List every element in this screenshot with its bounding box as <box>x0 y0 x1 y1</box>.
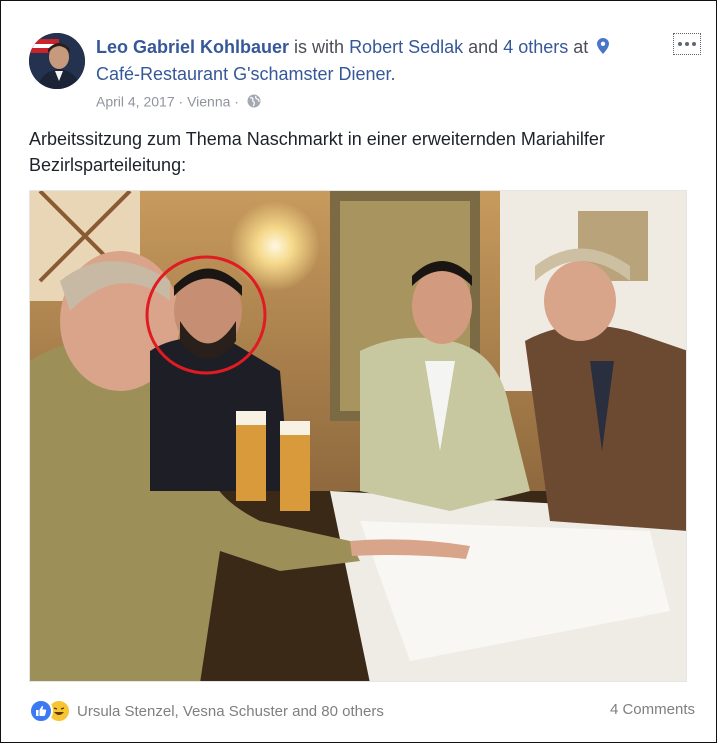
at-text: at <box>568 37 589 57</box>
more-options-icon[interactable] <box>673 33 701 55</box>
post-body-text: Arbeitssitzung zum Thema Naschmarkt in e… <box>29 129 605 175</box>
others-link[interactable]: 4 others <box>503 37 568 57</box>
place-link[interactable]: Café-Restaurant G'schamster Diener. <box>96 64 396 84</box>
location-pin-icon <box>597 35 610 54</box>
like-reaction-icon <box>29 699 53 723</box>
with-text: is with <box>289 37 350 57</box>
author-name-link[interactable]: Leo Gabriel Kohlbauer <box>96 37 289 57</box>
post-meta: April 4, 2017 · Vienna · <box>96 92 261 109</box>
post-header: Leo Gabriel Kohlbauer is with Robert Sed… <box>96 34 666 88</box>
post-date-link[interactable]: April 4, 2017 <box>96 93 175 109</box>
author-avatar[interactable] <box>29 33 85 89</box>
reactions-bar[interactable]: Ursula Stenzel, Vesna Schuster and 80 ot… <box>29 699 384 723</box>
post-photo[interactable] <box>29 190 687 682</box>
post-location-link[interactable]: Vienna <box>187 93 230 109</box>
tagged-person-link[interactable]: Robert Sedlak <box>349 37 463 57</box>
reaction-names-link[interactable]: Ursula Stenzel, Vesna Schuster and 80 ot… <box>77 703 384 720</box>
meta-separator: · <box>174 93 188 110</box>
restaurant-meeting-photo <box>30 191 686 681</box>
public-globe-icon[interactable] <box>247 94 261 108</box>
comments-count-link[interactable]: 4 Comments <box>610 701 695 718</box>
meta-separator-2: · <box>230 93 243 110</box>
and-text: and <box>463 37 504 57</box>
